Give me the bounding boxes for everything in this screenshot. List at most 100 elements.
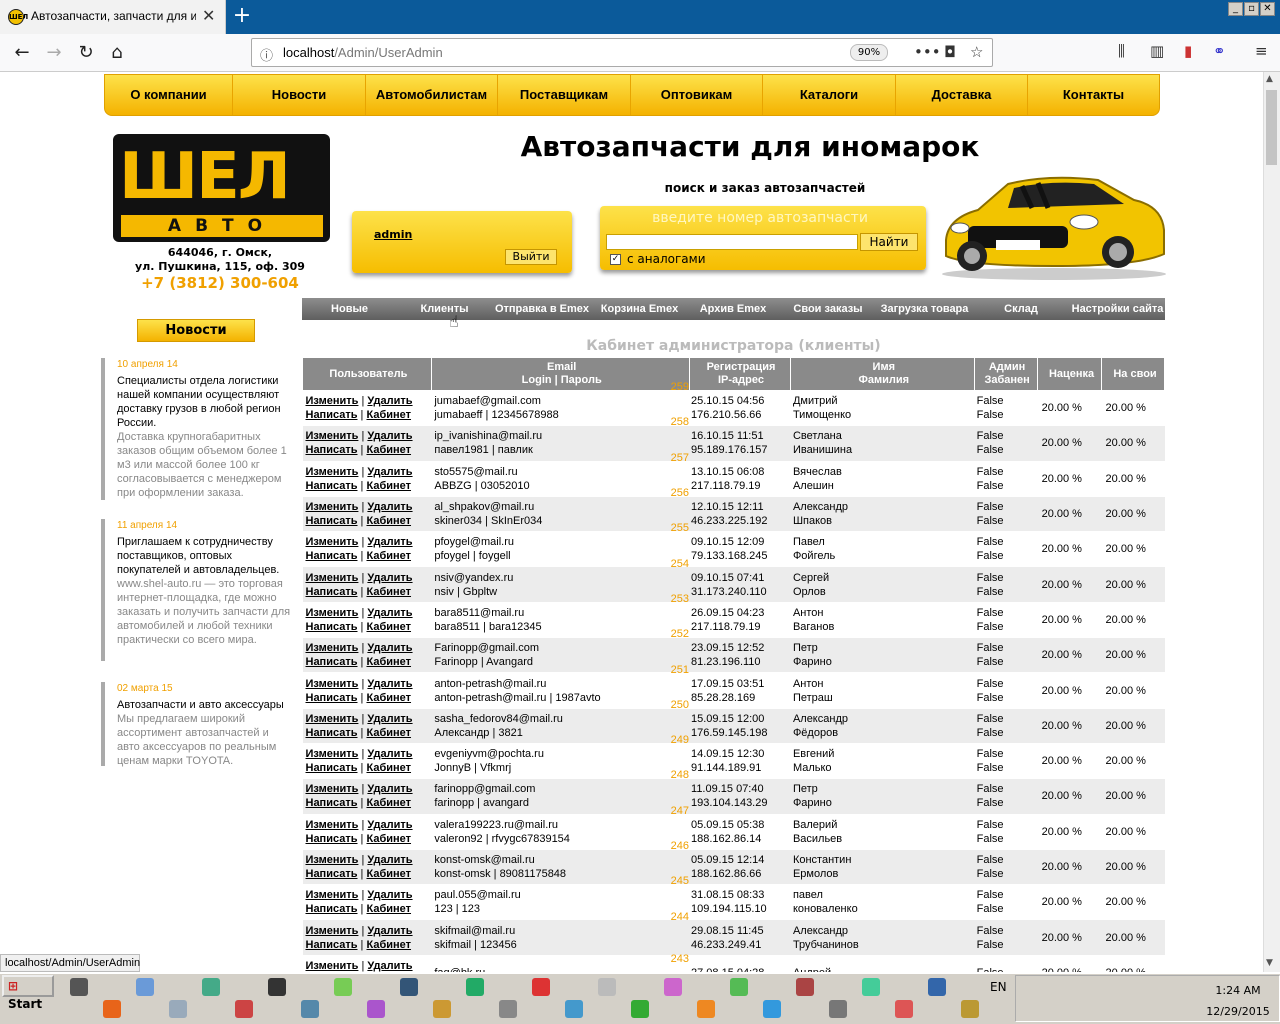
scroll-down-icon[interactable]: ▼ — [1266, 958, 1273, 968]
scroll-up-icon[interactable]: ▲ — [1266, 74, 1273, 84]
taskbar-app-icon[interactable] — [598, 978, 616, 996]
cabinet-link[interactable]: Кабинет — [366, 550, 411, 562]
nav-delivery[interactable]: Доставка — [896, 75, 1028, 115]
admin-tab-cart-emex[interactable]: Корзина Emex — [592, 298, 687, 320]
taskbar-app-icon[interactable] — [169, 1000, 187, 1018]
nav-about[interactable]: О компании — [105, 75, 233, 115]
admin-tab-settings[interactable]: Настройки сайта — [1070, 298, 1165, 320]
news-title[interactable]: Специалисты отдела логистики нашей компа… — [117, 374, 291, 430]
write-link[interactable]: Написать — [306, 480, 358, 492]
home-icon[interactable]: ⌂ — [105, 42, 129, 64]
clock-time[interactable]: 1:24 AM — [1202, 984, 1274, 997]
reload-icon[interactable]: ↻ — [74, 42, 98, 64]
write-link[interactable]: Написать — [306, 868, 358, 880]
taskbar-app-icon[interactable] — [763, 1000, 781, 1018]
edit-link[interactable]: Изменить — [306, 713, 359, 725]
write-link[interactable]: Написать — [306, 833, 358, 845]
cabinet-link[interactable]: Кабинет — [366, 833, 411, 845]
pocket-icon[interactable]: ◘ — [944, 43, 956, 61]
admin-tab-clients[interactable]: Клиенты — [397, 298, 492, 320]
nav-contacts[interactable]: Контакты — [1028, 75, 1159, 115]
write-link[interactable]: Написать — [306, 586, 358, 598]
edit-link[interactable]: Изменить — [306, 925, 359, 937]
taskbar-app-icon[interactable] — [334, 978, 352, 996]
taskbar-app-icon[interactable] — [631, 1000, 649, 1018]
write-link[interactable]: Написать — [306, 903, 358, 915]
delete-link[interactable]: Удалить — [367, 430, 412, 442]
edit-link[interactable]: Изменить — [306, 748, 359, 760]
taskbar-app-icon[interactable] — [961, 1000, 979, 1018]
edit-link[interactable]: Изменить — [306, 819, 359, 831]
cabinet-link[interactable]: Кабинет — [366, 515, 411, 527]
delete-link[interactable]: Удалить — [367, 889, 412, 901]
news-button[interactable]: Новости — [137, 319, 255, 342]
minimize-icon[interactable]: _ — [1228, 2, 1243, 16]
new-tab-icon[interactable]: + — [232, 3, 252, 29]
nav-suppliers[interactable]: Поставщикам — [498, 75, 631, 115]
cabinet-link[interactable]: Кабинет — [366, 903, 411, 915]
taskbar-app-icon[interactable] — [895, 1000, 913, 1018]
edit-link[interactable]: Изменить — [306, 960, 359, 972]
delete-link[interactable]: Удалить — [367, 678, 412, 690]
delete-link[interactable]: Удалить — [367, 501, 412, 513]
cabinet-link[interactable]: Кабинет — [366, 409, 411, 421]
delete-link[interactable]: Удалить — [367, 960, 412, 972]
cabinet-link[interactable]: Кабинет — [366, 939, 411, 951]
admin-tab-send-emex[interactable]: Отправка в Emex — [492, 298, 592, 320]
page-actions-icon[interactable]: ••• — [914, 43, 941, 61]
maximize-icon[interactable]: ▫ — [1244, 2, 1259, 16]
delete-link[interactable]: Удалить — [367, 854, 412, 866]
write-link[interactable]: Написать — [306, 692, 358, 704]
taskbar-app-icon[interactable] — [796, 978, 814, 996]
edit-link[interactable]: Изменить — [306, 501, 359, 513]
extension-icon[interactable]: ▮ — [1184, 42, 1192, 60]
cabinet-link[interactable]: Кабинет — [366, 868, 411, 880]
page-scrollbar[interactable] — [1263, 72, 1280, 972]
edit-link[interactable]: Изменить — [306, 466, 359, 478]
taskbar-app-icon[interactable] — [103, 1000, 121, 1018]
menu-icon[interactable]: ≡ — [1255, 42, 1268, 60]
news-title[interactable]: Приглашаем к сотрудничеству поставщиков,… — [117, 535, 291, 577]
edit-link[interactable]: Изменить — [306, 572, 359, 584]
taskbar-app-icon[interactable] — [862, 978, 880, 996]
edit-link[interactable]: Изменить — [306, 536, 359, 548]
taskbar-app-icon[interactable] — [730, 978, 748, 996]
cabinet-link[interactable]: Кабинет — [366, 692, 411, 704]
library-icon[interactable]: ⫼ — [1118, 42, 1125, 60]
taskbar-app-icon[interactable] — [499, 1000, 517, 1018]
close-window-icon[interactable]: ✕ — [1260, 2, 1275, 16]
zoom-level[interactable]: 90% — [850, 44, 888, 61]
nav-wholesale[interactable]: Оптовикам — [631, 75, 763, 115]
taskbar-app-icon[interactable] — [367, 1000, 385, 1018]
taskbar-app-icon[interactable] — [136, 978, 154, 996]
scrollbar-thumb[interactable] — [1266, 90, 1277, 165]
cabinet-link[interactable]: Кабинет — [366, 797, 411, 809]
language-indicator[interactable]: EN — [990, 980, 1007, 994]
admin-tab-new[interactable]: Новые — [302, 298, 397, 320]
edit-link[interactable]: Изменить — [306, 678, 359, 690]
delete-link[interactable]: Удалить — [367, 819, 412, 831]
delete-link[interactable]: Удалить — [367, 572, 412, 584]
news-title[interactable]: Автозапчасти и авто аксессуары — [117, 698, 291, 712]
delete-link[interactable]: Удалить — [367, 783, 412, 795]
nav-motorists[interactable]: Автомобилистам — [366, 75, 498, 115]
username-link[interactable]: admin — [374, 228, 412, 241]
url-bar[interactable]: ⓘ localhost/Admin/UserAdmin 90% ••• ◘ ☆ — [251, 38, 993, 67]
edit-link[interactable]: Изменить — [306, 395, 359, 407]
edit-link[interactable]: Изменить — [306, 889, 359, 901]
write-link[interactable]: Написать — [306, 656, 358, 668]
delete-link[interactable]: Удалить — [367, 713, 412, 725]
write-link[interactable]: Написать — [306, 409, 358, 421]
taskbar-app-icon[interactable] — [70, 978, 88, 996]
taskbar-app-icon[interactable] — [928, 978, 946, 996]
logout-button[interactable]: Выйти — [505, 249, 557, 265]
admin-tab-upload[interactable]: Загрузка товара — [877, 298, 972, 320]
cabinet-link[interactable]: Кабинет — [366, 762, 411, 774]
browser-tab[interactable]: ШЕЛ Автозапчасти, запчасти для ино ✕ — [0, 0, 226, 34]
taskbar-app-icon[interactable] — [829, 1000, 847, 1018]
write-link[interactable]: Написать — [306, 515, 358, 527]
nav-news[interactable]: Новости — [233, 75, 366, 115]
edit-link[interactable]: Изменить — [306, 607, 359, 619]
taskbar-app-icon[interactable] — [664, 978, 682, 996]
search-button[interactable]: Найти — [860, 233, 918, 251]
